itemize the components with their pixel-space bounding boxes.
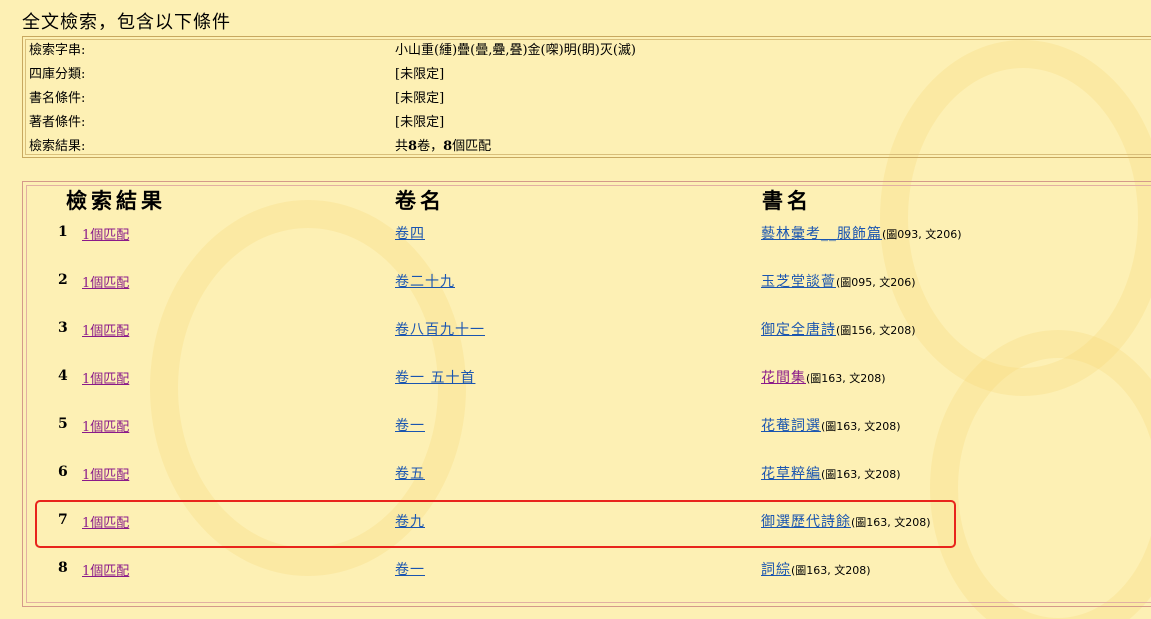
juan-link[interactable]: 卷五 (395, 463, 425, 483)
book-title-link[interactable]: 花草粹編 (761, 466, 821, 482)
juan-link[interactable]: 卷四 (395, 223, 425, 243)
juan-link[interactable]: 卷九 (395, 511, 425, 531)
match-count-link[interactable]: 1個匹配 (82, 464, 129, 483)
match-count-link[interactable]: 1個匹配 (82, 560, 129, 579)
row-number: 3 (58, 320, 68, 336)
book-title-link[interactable]: 御定全唐詩 (761, 322, 836, 338)
column-header-juan: 卷名 (395, 188, 445, 213)
column-header-book: 書名 (762, 188, 812, 213)
match-count-link[interactable]: 1個匹配 (82, 416, 129, 435)
juan-link[interactable]: 卷八百九十一 (395, 319, 485, 339)
criteria-row-summary: 檢索結果: 共8卷，8個匹配 (23, 135, 1151, 159)
juan-link[interactable]: 卷一 五十首 (395, 367, 475, 387)
search-criteria-panel: 檢索字串: 小山重(緟)疊(曡,疉,疂)金(㗎)明(眀)灭(滅) 四庫分類: [… (22, 36, 1151, 158)
row-number: 6 (58, 464, 68, 480)
row-number: 7 (58, 512, 68, 528)
criteria-value: [未限定] (395, 91, 445, 106)
match-count-link[interactable]: 1個匹配 (82, 224, 129, 243)
table-row: 8 1個匹配 卷一 詞綜(圖163, 文208) (40, 554, 1130, 584)
criteria-row-book: 書名條件: [未限定] (23, 87, 1151, 111)
criteria-value: 小山重(緟)疊(曡,疉,疂)金(㗎)明(眀)灭(滅) (395, 43, 636, 58)
table-row: 4 1個匹配 卷一 五十首 花間集(圖163, 文208) (40, 362, 1130, 392)
row-number: 5 (58, 416, 68, 432)
table-row: 7 1個匹配 卷九 御選歷代詩餘(圖163, 文208) (40, 506, 1130, 536)
book-meta: (圖163, 文208) (806, 372, 886, 385)
page-title: 全文檢索，包含以下條件 (22, 12, 231, 33)
criteria-label: 檢索結果: (29, 139, 86, 154)
row-number: 8 (58, 560, 68, 576)
match-count-link[interactable]: 1個匹配 (82, 320, 129, 339)
book-meta: (圖163, 文208) (791, 564, 871, 577)
column-header-results: 檢索結果 (66, 188, 166, 213)
match-count-link[interactable]: 1個匹配 (82, 272, 129, 291)
criteria-value: [未限定] (395, 115, 445, 130)
book-meta: (圖163, 文208) (851, 516, 931, 529)
book-title-link[interactable]: 御選歷代詩餘 (761, 514, 851, 530)
criteria-label: 四庫分類: (29, 67, 86, 82)
criteria-row-category: 四庫分類: [未限定] (23, 63, 1151, 87)
book-title-link[interactable]: 詞綜 (761, 562, 791, 578)
book-title-link[interactable]: 藝林彙考__服飾篇 (761, 226, 882, 242)
table-row: 1 1個匹配 卷四 藝林彙考__服飾篇(圖093, 文206) (40, 218, 1130, 248)
book-cell: 花草粹編(圖163, 文208) (761, 463, 901, 483)
row-number: 2 (58, 272, 68, 288)
row-number: 1 (58, 224, 68, 240)
criteria-label: 著者條件: (29, 115, 86, 130)
book-cell: 御定全唐詩(圖156, 文208) (761, 319, 916, 339)
book-cell: 詞綜(圖163, 文208) (761, 559, 871, 579)
book-meta: (圖163, 文208) (821, 468, 901, 481)
criteria-row-author: 著者條件: [未限定] (23, 111, 1151, 135)
book-title-link[interactable]: 花間集 (761, 370, 806, 386)
juan-link[interactable]: 卷二十九 (395, 271, 455, 291)
book-cell: 藝林彙考__服飾篇(圖093, 文206) (761, 223, 962, 243)
book-meta: (圖095, 文206) (836, 276, 916, 289)
book-meta: (圖156, 文208) (836, 324, 916, 337)
book-cell: 玉芝堂談薈(圖095, 文206) (761, 271, 916, 291)
criteria-label: 書名條件: (29, 91, 86, 106)
criteria-label: 檢索字串: (29, 43, 86, 58)
match-count-link[interactable]: 1個匹配 (82, 368, 129, 387)
book-title-link[interactable]: 玉芝堂談薈 (761, 274, 836, 290)
criteria-row-query: 檢索字串: 小山重(緟)疊(曡,疉,疂)金(㗎)明(眀)灭(滅) (23, 39, 1151, 63)
table-row: 6 1個匹配 卷五 花草粹編(圖163, 文208) (40, 458, 1130, 488)
row-number: 4 (58, 368, 68, 384)
juan-link[interactable]: 卷一 (395, 559, 425, 579)
book-meta: (圖163, 文208) (821, 420, 901, 433)
book-cell: 御選歷代詩餘(圖163, 文208) (761, 511, 931, 531)
result-summary: 共8卷，8個匹配 (395, 139, 492, 154)
table-row: 2 1個匹配 卷二十九 玉芝堂談薈(圖095, 文206) (40, 266, 1130, 296)
table-row: 3 1個匹配 卷八百九十一 御定全唐詩(圖156, 文208) (40, 314, 1130, 344)
match-count-link[interactable]: 1個匹配 (82, 512, 129, 531)
book-title-link[interactable]: 花菴詞選 (761, 418, 821, 434)
criteria-value: [未限定] (395, 67, 445, 82)
book-cell: 花間集(圖163, 文208) (761, 367, 886, 387)
juan-link[interactable]: 卷一 (395, 415, 425, 435)
book-meta: (圖093, 文206) (882, 228, 962, 241)
book-cell: 花菴詞選(圖163, 文208) (761, 415, 901, 435)
table-row: 5 1個匹配 卷一 花菴詞選(圖163, 文208) (40, 410, 1130, 440)
